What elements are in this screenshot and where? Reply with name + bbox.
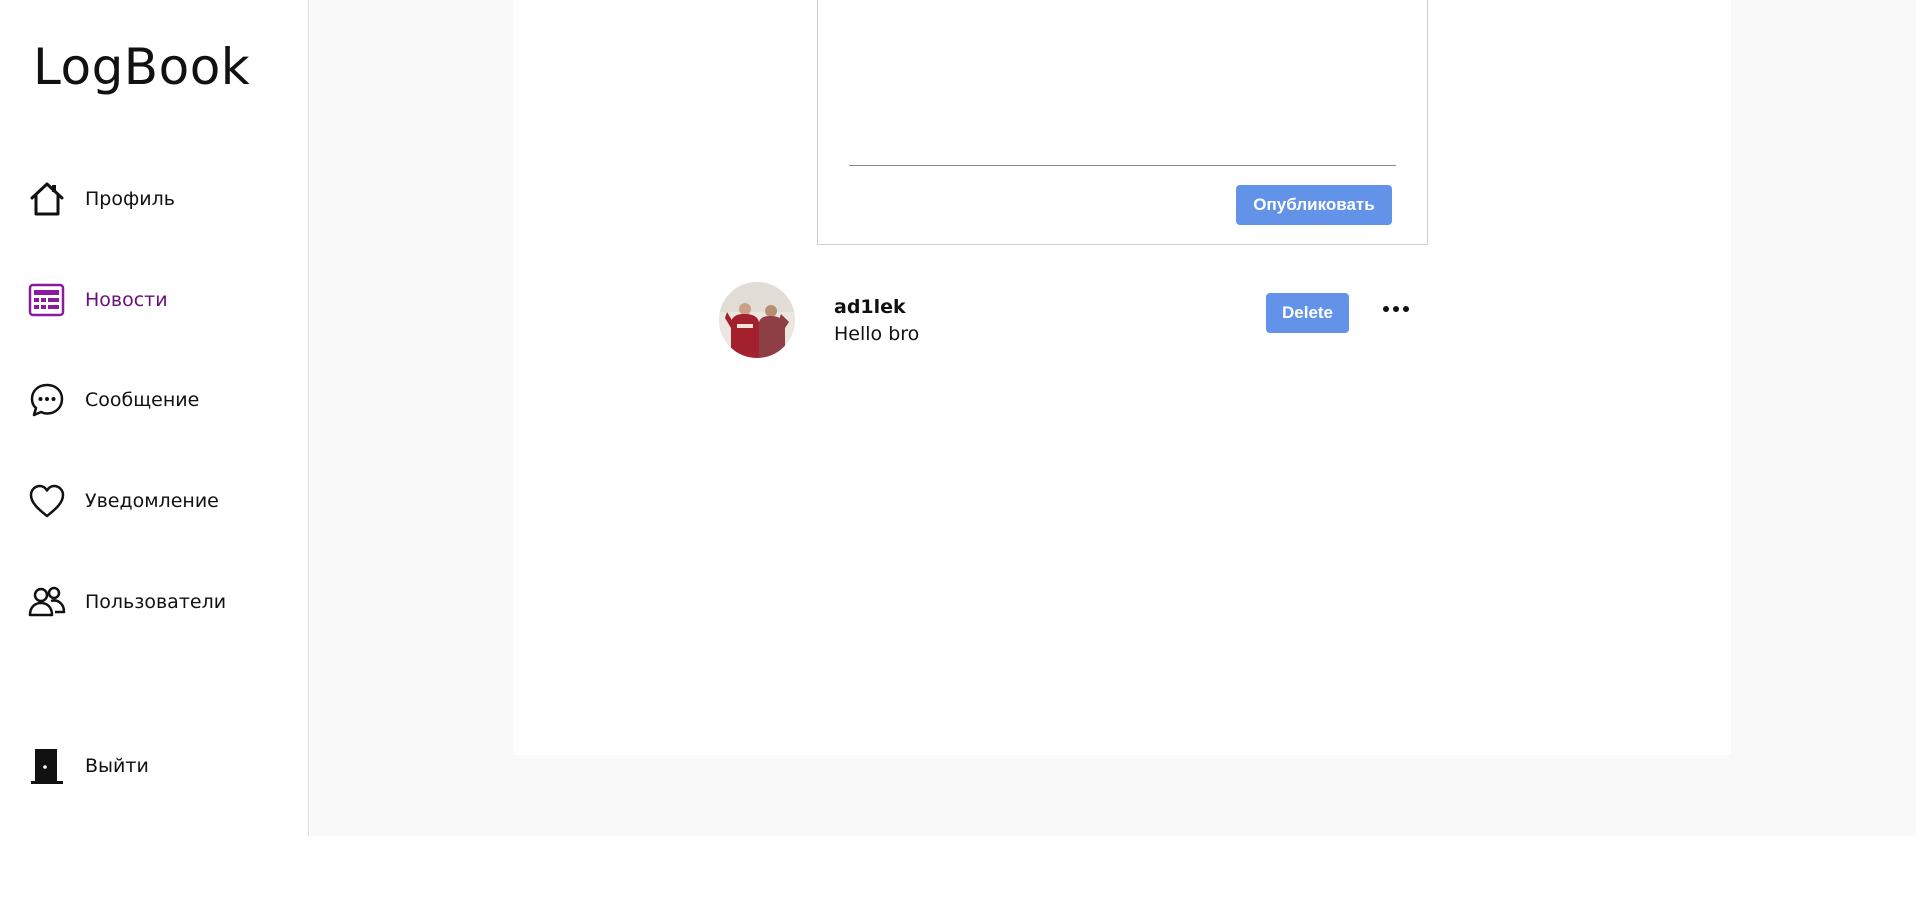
app-logo[interactable]: LogBook (33, 38, 250, 96)
sidebar-item-messages[interactable]: Сообщение (26, 378, 296, 422)
users-icon (26, 581, 68, 623)
sidebar-item-profile[interactable]: Профиль (26, 177, 296, 221)
more-horizontal-icon[interactable] (1380, 298, 1412, 320)
delete-button[interactable]: Delete (1266, 293, 1349, 333)
publish-button[interactable]: Опубликовать (1236, 185, 1392, 225)
post-author[interactable]: ad1lek (834, 296, 906, 318)
avatar[interactable] (719, 282, 795, 358)
logout-label: Выйти (85, 755, 149, 777)
door-icon (26, 745, 68, 787)
logout-button[interactable]: Выйти (26, 744, 296, 788)
sidebar-item-label: Сообщение (85, 389, 200, 411)
sidebar-item-news[interactable]: Новости (26, 278, 296, 322)
sidebar-item-label: Профиль (85, 188, 175, 210)
home-icon (26, 178, 68, 220)
sidebar-item-notifications[interactable]: Уведомление (26, 479, 296, 523)
heart-icon (26, 480, 68, 522)
sidebar: LogBook Профиль Новости Сообщение Уведом… (0, 0, 309, 836)
sidebar-item-label: Новости (85, 289, 168, 311)
composer-divider (849, 165, 1396, 166)
sidebar-item-label: Уведомление (85, 490, 219, 512)
post-text: Hello bro (834, 323, 920, 345)
post-composer[interactable]: Опубликовать (817, 0, 1428, 245)
newspaper-icon (26, 279, 68, 321)
sidebar-item-users[interactable]: Пользователи (26, 580, 296, 624)
chat-bubble-icon (26, 379, 68, 421)
sidebar-item-label: Пользователи (85, 591, 227, 613)
